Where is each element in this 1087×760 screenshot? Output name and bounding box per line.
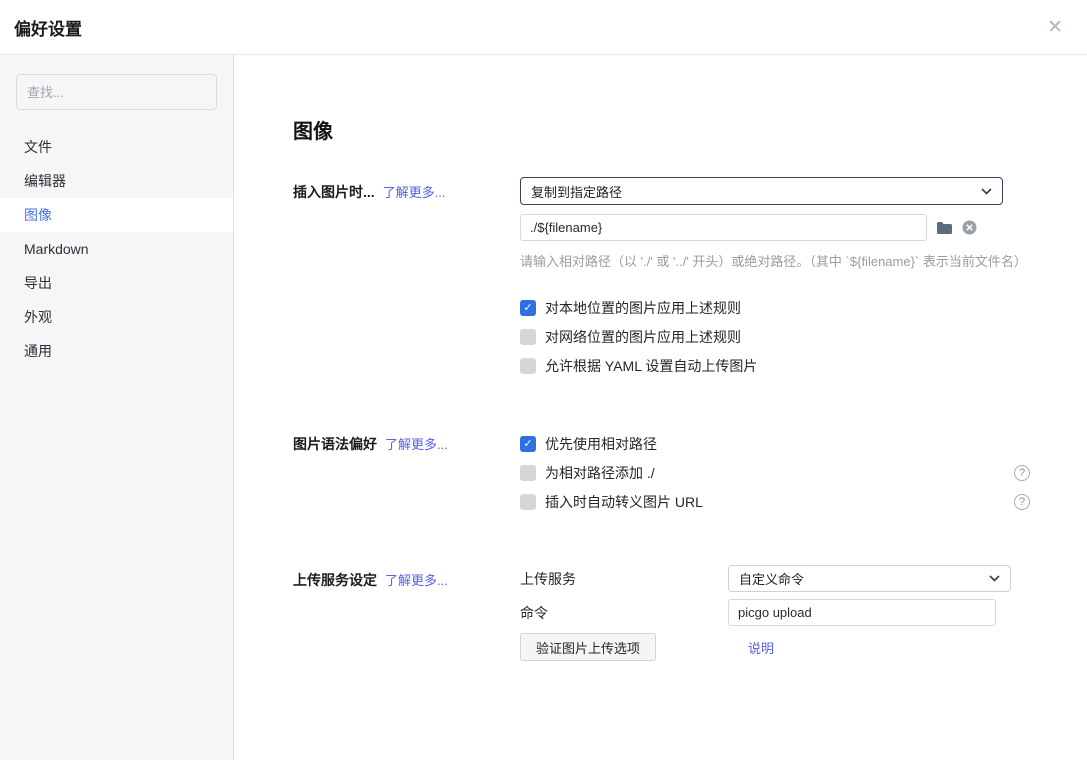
help-icon[interactable]: ? (1014, 494, 1030, 510)
checkbox-row-yaml-upload[interactable]: 允许根据 YAML 设置自动上传图片 (520, 356, 1030, 376)
checkbox-row-prefer-relative[interactable]: 优先使用相对路径 (520, 434, 1030, 454)
close-icon: ✕ (1047, 17, 1063, 38)
validate-upload-button[interactable]: 验证图片上传选项 (520, 633, 656, 661)
checkbox-icon[interactable] (520, 494, 536, 510)
preferences-window: 偏好设置 ✕ 文件 编辑器 图像 Markdown 导出 外观 通用 图像 插入… (0, 0, 1087, 760)
close-button[interactable]: ✕ (1039, 14, 1071, 41)
checkbox-icon[interactable] (520, 465, 536, 481)
sidebar-item-markdown[interactable]: Markdown (0, 232, 233, 266)
folder-icon (936, 221, 953, 235)
checkbox-row-add-dot-slash[interactable]: 为相对路径添加 ./ ? (520, 463, 1030, 483)
checkbox-row-escape-url[interactable]: 插入时自动转义图片 URL ? (520, 492, 1030, 512)
checkbox-row-network-images[interactable]: 对网络位置的图片应用上述规则 (520, 327, 1030, 347)
learn-more-link[interactable]: 了解更多... (385, 570, 448, 589)
insert-action-select[interactable]: 复制到指定路径 (520, 177, 1003, 205)
learn-more-link[interactable]: 了解更多... (383, 182, 446, 201)
sidebar-item-file[interactable]: 文件 (0, 130, 233, 164)
checkbox-icon[interactable] (520, 300, 536, 316)
insert-section-label: 插入图片时... (293, 182, 375, 202)
clear-icon (962, 220, 977, 235)
upload-service-value: 自定义命令 (739, 569, 804, 588)
page-title: 图像 (293, 115, 1087, 144)
clear-path-button[interactable] (962, 220, 977, 235)
checkbox-icon[interactable] (520, 436, 536, 452)
folder-browse-button[interactable] (936, 221, 953, 235)
syntax-section-label: 图片语法偏好 (293, 434, 377, 454)
checkbox-label: 优先使用相对路径 (545, 434, 657, 454)
upload-service-label: 上传服务 (520, 569, 728, 589)
sidebar-item-appearance[interactable]: 外观 (0, 300, 233, 334)
upload-section-label: 上传服务设定 (293, 570, 377, 590)
chevron-down-icon (989, 575, 1000, 582)
upload-service-section: 上传服务设定 了解更多... 上传服务 自定义命令 命令 (293, 565, 1087, 661)
search-input[interactable] (16, 74, 217, 110)
sidebar-item-image[interactable]: 图像 (0, 198, 233, 232)
sidebar-item-export[interactable]: 导出 (0, 266, 233, 300)
window-title: 偏好设置 (14, 15, 82, 40)
checkbox-row-local-images[interactable]: 对本地位置的图片应用上述规则 (520, 298, 1030, 318)
instructions-link[interactable]: 说明 (748, 638, 774, 657)
insert-image-section: 插入图片时... 了解更多... 复制到指定路径 (293, 177, 1087, 385)
command-input[interactable] (728, 599, 996, 626)
sidebar-item-editor[interactable]: 编辑器 (0, 164, 233, 198)
help-icon[interactable]: ? (1014, 465, 1030, 481)
checkbox-icon[interactable] (520, 358, 536, 374)
checkbox-label: 插入时自动转义图片 URL (545, 492, 703, 512)
chevron-down-icon (981, 188, 992, 195)
checkbox-label: 对网络位置的图片应用上述规则 (545, 327, 741, 347)
sidebar-item-general[interactable]: 通用 (0, 334, 233, 368)
header: 偏好设置 ✕ (0, 0, 1087, 55)
learn-more-link[interactable]: 了解更多... (385, 434, 448, 453)
checkbox-icon[interactable] (520, 329, 536, 345)
sidebar: 文件 编辑器 图像 Markdown 导出 外观 通用 (0, 55, 234, 760)
sidebar-list: 文件 编辑器 图像 Markdown 导出 外观 通用 (0, 130, 233, 368)
main-panel: 图像 插入图片时... 了解更多... 复制到指定路径 (234, 55, 1087, 760)
path-hint: 请输入相对路径（以 './' 或 '../' 开头）或绝对路径。（其中 `${f… (520, 251, 1087, 270)
checkbox-label: 为相对路径添加 ./ (545, 463, 655, 483)
checkbox-label: 对本地位置的图片应用上述规则 (545, 298, 741, 318)
checkbox-label: 允许根据 YAML 设置自动上传图片 (545, 356, 757, 376)
insert-action-value: 复制到指定路径 (531, 182, 622, 201)
command-label: 命令 (520, 603, 728, 623)
upload-service-select[interactable]: 自定义命令 (728, 565, 1011, 592)
path-input[interactable] (520, 214, 927, 241)
image-syntax-section: 图片语法偏好 了解更多... 优先使用相对路径 为相对路径添加 ./ ? (293, 429, 1087, 521)
